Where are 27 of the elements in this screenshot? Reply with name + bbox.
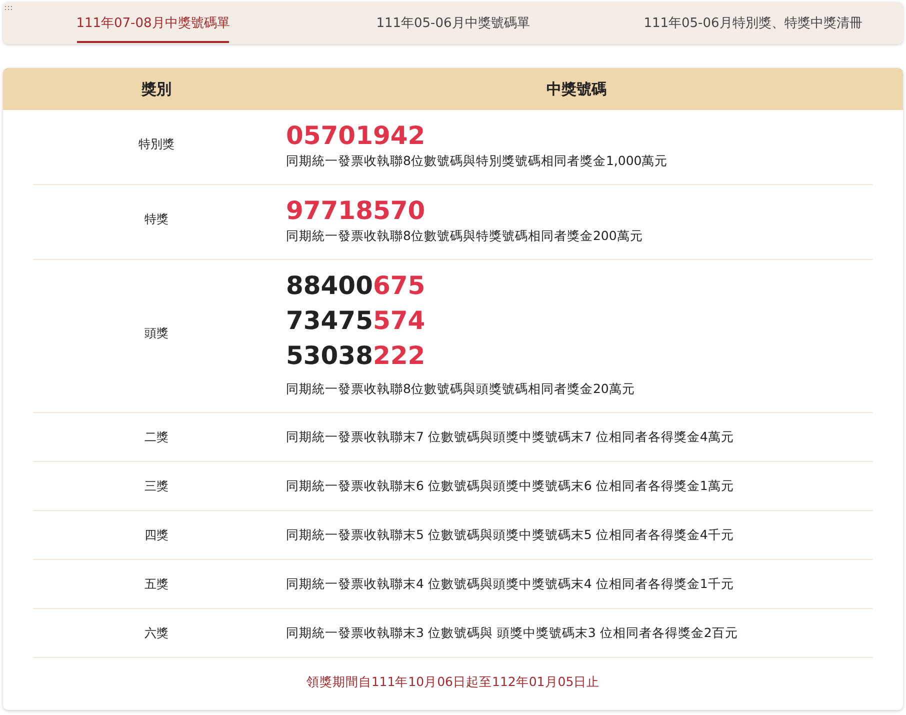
prize-description: 同期統一發票收執聯末5 位數號碼與頭獎中獎號碼末5 位相同者各得獎金4千元 — [286, 526, 734, 544]
prize-description: 同期統一發票收執聯末7 位數號碼與頭獎中獎號碼末7 位相同者各得獎金4萬元 — [286, 428, 734, 446]
prize-name: 六獎 — [144, 624, 170, 642]
prize-description: 同期統一發票收執聯8位數號碼與特獎號碼相同者獎金200萬元 — [286, 228, 643, 245]
winning-number: 05701942 — [286, 120, 426, 152]
winning-number: 97718570 — [286, 195, 426, 227]
tab[interactable]: 111年07-08月中獎號碼單 — [3, 2, 303, 44]
prize-name: 特別獎 — [138, 136, 176, 152]
prize-name: 頭獎 — [144, 324, 170, 342]
tab[interactable]: 111年05-06月特別獎、特獎中獎清冊 — [603, 2, 903, 44]
prize-name: 二獎 — [144, 428, 170, 446]
prize-name: 三獎 — [144, 478, 170, 494]
claim-period: 領獎期間自111年10月06日起至112年01月05日止 — [306, 674, 600, 689]
prize-description: 同期統一發票收執聯8位數號碼與頭獎號碼相同者獎金20萬元 — [286, 381, 635, 398]
prize-description: 同期統一發票收執聯末4 位數號碼與頭獎中獎號碼末4 位相同者各得獎金1千元 — [286, 576, 734, 592]
prize-description: 同期統一發票收執聯末6 位數號碼與頭獎中獎號碼末6 位相同者各得獎金1萬元 — [286, 478, 734, 494]
column-header: 中獎號碼 — [546, 80, 608, 98]
prize-description: 同期統一發票收執聯末3 位數號碼與 頭獎中獎號碼末3 位相同者各得獎金2百元 — [286, 624, 738, 642]
prize-name: 特獎 — [144, 210, 170, 228]
prize-name: 五獎 — [144, 576, 170, 592]
winning-number: 88400675 — [286, 270, 426, 302]
winning-number: 73475574 — [286, 305, 426, 337]
winning-number: 53038222 — [286, 340, 426, 372]
prize-description: 同期統一發票收執聯8位數號碼與特別獎號碼相同者獎金1,000萬元 — [286, 153, 668, 170]
column-header: 獎別 — [140, 80, 172, 98]
tab[interactable]: 111年05-06月中獎號碼單 — [303, 2, 603, 44]
prize-name: 四獎 — [144, 526, 170, 544]
